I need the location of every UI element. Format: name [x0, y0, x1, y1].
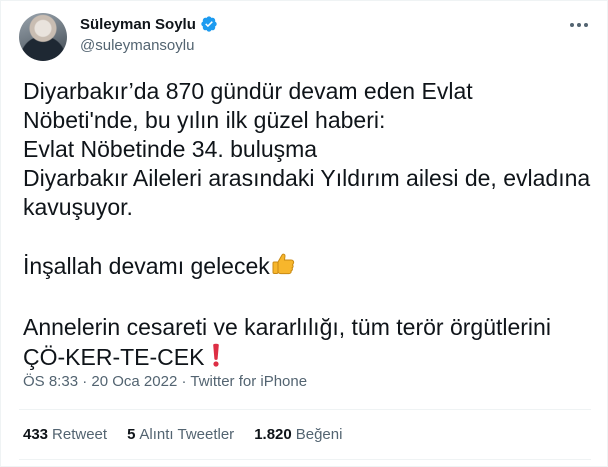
- meta-separator: ·: [177, 373, 191, 390]
- tweet-text: Diyarbakır’da 870 gündür devam eden Evla…: [23, 77, 593, 375]
- likes-label: Beğeni: [295, 426, 343, 443]
- tweet-line: Evlat Nöbetinde 34. buluşma: [23, 136, 318, 162]
- tweet-line: ÇÖ-KER-TE-CEK: [23, 342, 593, 375]
- inshallah-text: İnşallah devamı gelecek: [23, 253, 270, 279]
- tweet-line: Annelerin cesareti ve kararlılığı, tüm t…: [23, 314, 551, 340]
- tweet-line: Diyarbakır Aileleri arasındaki Yıldırım …: [23, 165, 591, 191]
- retweets-count: 433: [23, 426, 49, 443]
- quote-tweets-stat[interactable]: 5 Alıntı Tweetler: [127, 426, 234, 443]
- tweet-meta: ÖS 8:33 · 20 Oca 2022 · Twitter for iPho…: [23, 373, 307, 390]
- thumbs-up-icon: [270, 251, 296, 284]
- tweet-line: kavuşuyor.: [23, 194, 133, 220]
- author-display-name[interactable]: Süleyman Soylu: [80, 16, 196, 33]
- tweet-stats: 433 Retweet 5 Alıntı Tweetler 1.820 Beğeni: [23, 426, 362, 443]
- tweet-header: Süleyman Soylu @suleymansoylu: [19, 13, 593, 61]
- likes-stat[interactable]: 1.820 Beğeni: [254, 426, 342, 443]
- divider: [19, 409, 591, 410]
- author-name-row[interactable]: Süleyman Soylu: [80, 15, 218, 33]
- more-options-icon[interactable]: [567, 15, 591, 35]
- quotes-count: 5: [127, 426, 136, 443]
- retweets-stat[interactable]: 433 Retweet: [23, 426, 107, 443]
- verified-badge-icon: [200, 15, 218, 33]
- tweet-card: Süleyman Soylu @suleymansoylu Diyarbakır…: [0, 0, 608, 467]
- tweet-line: İnşallah devamı gelecek: [23, 251, 593, 284]
- likes-count: 1.820: [254, 426, 292, 443]
- collapse-text: ÇÖ-KER-TE-CEK: [23, 344, 211, 370]
- author-avatar[interactable]: [19, 13, 67, 61]
- tweet-line: Diyarbakır’da 870 gündür devam eden Evla…: [23, 78, 473, 104]
- tweet-line: Nöbeti'nde, bu yılın ilk güzel haberi:: [23, 107, 386, 133]
- divider: [19, 459, 591, 460]
- tweet-source-link[interactable]: Twitter for iPhone: [190, 373, 307, 390]
- retweets-label: Retweet: [52, 426, 108, 443]
- quotes-label: Alıntı Tweetler: [139, 426, 235, 443]
- red-exclamation-icon: [211, 342, 221, 375]
- tweet-time-link[interactable]: ÖS 8:33 · 20 Oca 2022: [23, 373, 177, 390]
- author-handle[interactable]: @suleymansoylu: [80, 37, 194, 54]
